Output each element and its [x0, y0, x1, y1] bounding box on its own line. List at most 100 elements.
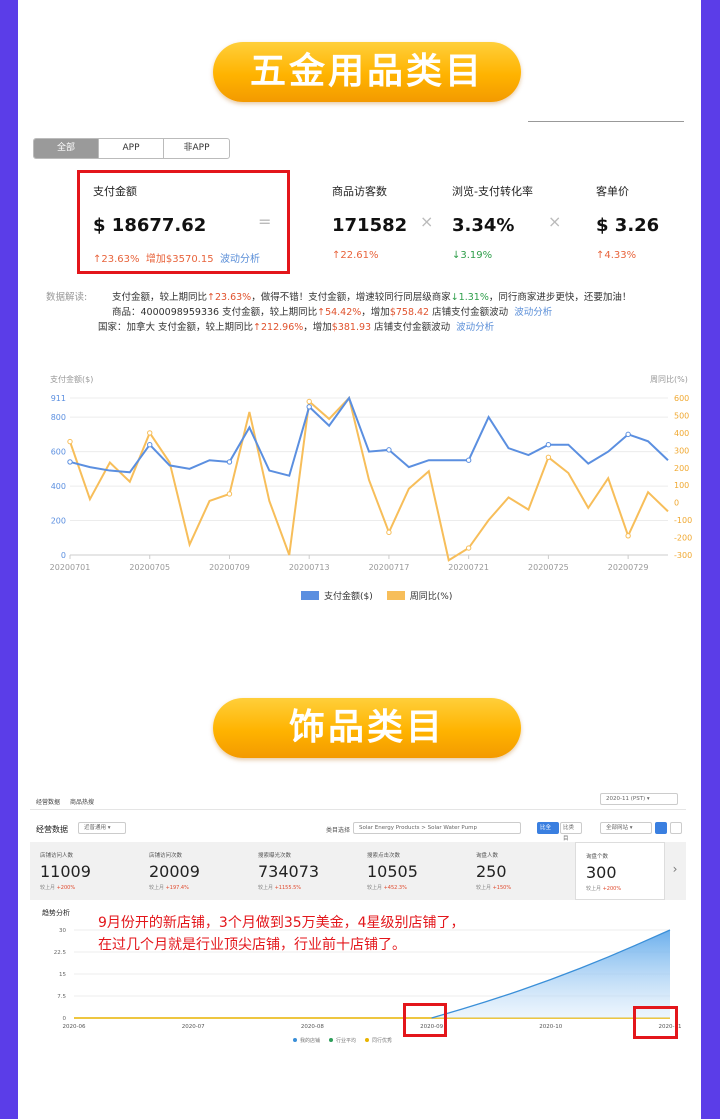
- x-tick-label: 20200717: [369, 563, 410, 572]
- stat-pre: 较上月: [476, 885, 492, 891]
- stat-change: +452.3%: [383, 885, 407, 891]
- x-tick-label: 2020-07: [182, 1024, 205, 1030]
- equals-operator: =: [258, 212, 272, 231]
- y-tick-label: 911: [51, 394, 66, 403]
- stat-search-clicks: 搜索点击次数 10505 较上月 +452.3%: [357, 842, 466, 900]
- analysis-text: ，增加: [303, 322, 332, 333]
- stat-pre: 较上月: [40, 885, 56, 891]
- kpi-label: 浏览-支付转化率: [452, 185, 533, 198]
- chart-legend: 支付金额($) 周同比(%): [301, 589, 452, 602]
- series-line: [69, 395, 669, 562]
- y-axis-title: 支付金额($): [50, 374, 93, 384]
- data-point: [386, 447, 392, 453]
- analysis-text: ，做得不错！支付金额，增速较同行同层级商家: [251, 292, 451, 303]
- analysis-text: 店铺支付金额波动: [429, 307, 509, 318]
- data-point: [545, 442, 552, 448]
- stat-change: +1155.5%: [274, 885, 302, 891]
- annotation-text: 9月份开的新店铺，3个月做到35万美金，4星级别店铺了， 在过几个月就是行业顶尖…: [98, 912, 465, 956]
- multiply-operator: ×: [420, 212, 434, 231]
- stat-label: 店铺访问人数: [40, 853, 74, 859]
- nav-hot-search[interactable]: 商品热搜: [70, 797, 94, 806]
- category-value: Solar Energy Products > Solar Water Pump: [359, 825, 477, 831]
- chevron-right-icon[interactable]: ›: [665, 842, 685, 900]
- data-point: [465, 457, 472, 463]
- range-select[interactable]: 近普通用 ▾: [78, 822, 126, 834]
- stat-value: 10505: [367, 862, 418, 881]
- y2-tick-label: 100: [674, 481, 689, 490]
- kpi-visitors: 商品访客数 171582 ↑22.61%: [332, 183, 407, 261]
- legend-dot: [365, 1038, 369, 1042]
- stat-value: 11009: [40, 862, 91, 881]
- stat-value: 300: [586, 863, 617, 882]
- y-tick-label: 400: [51, 482, 66, 491]
- stat-store-visitors: 店铺访问人数 11009 较上月 +200%: [30, 842, 139, 900]
- data-point: [306, 398, 312, 405]
- kpi-avg-order: 客单价 $ 3.26 ↑4.33%: [596, 183, 659, 261]
- y2-tick-label: 200: [674, 464, 689, 473]
- stat-label: 搜索曝光次数: [258, 853, 292, 859]
- x-tick-label: 20200701: [50, 563, 91, 572]
- analysis-text: ，同行商家进步更快，还要加油！: [488, 292, 632, 303]
- legend-swatch-wow: [386, 591, 405, 600]
- x-tick-label: 2020-08: [301, 1024, 324, 1030]
- analysis-text: 支付金额，较上期同比: [112, 292, 208, 303]
- tab-non-app[interactable]: 非APP: [164, 139, 229, 158]
- tab-app[interactable]: APP: [99, 139, 164, 158]
- legend-label: 周同比(%): [409, 592, 453, 602]
- hardware-section-title: 五金用品类目: [213, 42, 521, 102]
- fluctuation-link[interactable]: 波动分析: [456, 322, 494, 333]
- x-tick-label: 20200705: [129, 563, 170, 572]
- analysis-up: ↑23.63%: [207, 292, 252, 303]
- stat-value: 250: [476, 862, 507, 881]
- x-tick-label: 2020-06: [63, 1024, 86, 1030]
- analysis-up: ↑212.96%: [253, 322, 304, 333]
- y-tick-label: 800: [51, 413, 66, 422]
- legend-label: 同行优秀: [372, 1037, 392, 1044]
- fluctuation-link[interactable]: 波动分析: [514, 307, 552, 318]
- category-select[interactable]: Solar Energy Products > Solar Water Pump: [353, 822, 521, 834]
- stat-pre: 较上月: [258, 885, 274, 891]
- stat-label: 询盘个数: [586, 854, 609, 860]
- stat-change: +200%: [602, 886, 622, 892]
- date-picker[interactable]: 2020-11 (PST) ▾: [600, 793, 678, 805]
- y2-tick-label: -100: [674, 516, 692, 525]
- kpi-value: 171582: [332, 215, 408, 236]
- y2-tick-label: 0: [674, 499, 679, 508]
- kpi-label: 客单价: [596, 185, 629, 198]
- data-point: [67, 438, 73, 445]
- table-view-button[interactable]: [670, 822, 682, 834]
- site-value: 全部网站: [606, 825, 629, 831]
- analysis-label: 数据解读:: [46, 292, 88, 303]
- compare-store-button[interactable]: 比全店: [537, 822, 559, 842]
- x-tick-label: 20200729: [608, 563, 649, 572]
- y-tick-label: 7.5: [57, 994, 66, 1000]
- stat-pre: 较上月: [586, 886, 602, 892]
- stat-label: 店铺访问次数: [149, 853, 183, 859]
- tab-all[interactable]: 全部: [34, 139, 99, 158]
- stat-inquiries[interactable]: 询盘个数 300 较上月 +200%: [575, 842, 665, 900]
- site-select[interactable]: 全部网站 ▾: [600, 822, 652, 834]
- y-tick-label: 0: [63, 1016, 67, 1022]
- data-point: [306, 404, 312, 410]
- jewelry-section-title: 饰品类目: [213, 698, 521, 758]
- stat-pre: 较上月: [367, 885, 383, 891]
- page: 五金用品类目 全部 APP 非APP 支付金额 $ 18677.62 ↑23.6…: [18, 0, 701, 1119]
- kpi-change: ↓3.19%: [452, 250, 493, 261]
- legend-label: 支付金额($): [324, 592, 373, 602]
- chart-view-button[interactable]: [655, 822, 667, 834]
- y-tick-label: 0: [61, 551, 66, 560]
- y-tick-label: 22.5: [54, 950, 67, 956]
- category-label: 类目选择: [326, 827, 351, 834]
- x-tick-label: 20200709: [209, 563, 250, 572]
- analysis-text: 商品：4000098959336 支付金额，较上期同比: [112, 307, 318, 318]
- stat-inquiry-people: 询盘人数 250 较上月 +150%: [466, 842, 575, 900]
- y2-tick-label: 400: [674, 429, 689, 438]
- data-point: [67, 459, 73, 465]
- legend-dot: [329, 1038, 333, 1042]
- stat-label: 搜索点击次数: [367, 853, 401, 859]
- nav-business[interactable]: 经营数据: [36, 797, 60, 806]
- analysis-amount: $381.93: [331, 322, 372, 333]
- data-point: [625, 533, 631, 539]
- range-value: 近普通用: [84, 825, 107, 831]
- compare-category-button[interactable]: 比类目: [560, 822, 582, 842]
